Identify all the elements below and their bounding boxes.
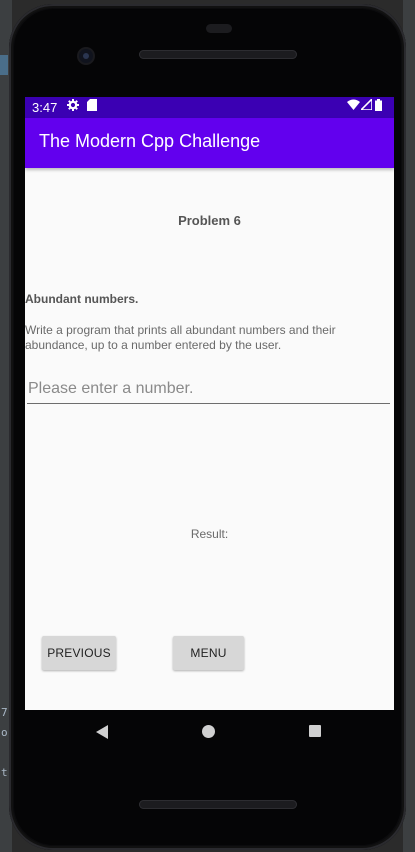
signal-icon: [359, 97, 373, 113]
ide-selection-marker: [0, 55, 8, 75]
front-camera-icon: [79, 49, 93, 63]
sd-card-icon: [87, 99, 97, 114]
device-screen: 3:47 The Modern Cpp Challenge Problem 6 …: [25, 97, 394, 710]
problem-heading: Abundant numbers.: [25, 292, 139, 306]
status-bar: 3:47: [25, 97, 394, 118]
gear-icon: [67, 99, 79, 114]
back-triangle-icon[interactable]: [96, 725, 108, 739]
previous-button[interactable]: PREVIOUS: [42, 636, 116, 670]
emulator-stage: 7 o t 3:47 The Modern Cpp Challenge Prob…: [0, 0, 415, 852]
wifi-icon: [347, 99, 360, 113]
battery-icon: [375, 99, 382, 114]
ide-text-mark: 7: [1, 706, 8, 719]
navigation-bar: [25, 710, 394, 756]
home-circle-icon[interactable]: [202, 725, 215, 738]
ide-text-mark: t: [1, 766, 8, 779]
number-input[interactable]: [28, 378, 383, 400]
problem-description: Write a program that prints all abundant…: [25, 323, 336, 352]
proximity-sensor: [206, 24, 232, 33]
ide-text-mark: o: [1, 726, 8, 739]
earpiece-speaker: [139, 50, 297, 59]
bottom-speaker: [139, 800, 297, 809]
problem-title: Problem 6: [178, 213, 241, 228]
app-toolbar: The Modern Cpp Challenge: [25, 118, 394, 168]
result-label: Result:: [190, 527, 229, 541]
number-input-container: [27, 377, 390, 404]
app-title: The Modern Cpp Challenge: [39, 131, 261, 151]
recents-square-icon[interactable]: [309, 725, 321, 737]
status-time: 3:47: [32, 100, 58, 115]
menu-button[interactable]: MENU: [173, 636, 244, 670]
